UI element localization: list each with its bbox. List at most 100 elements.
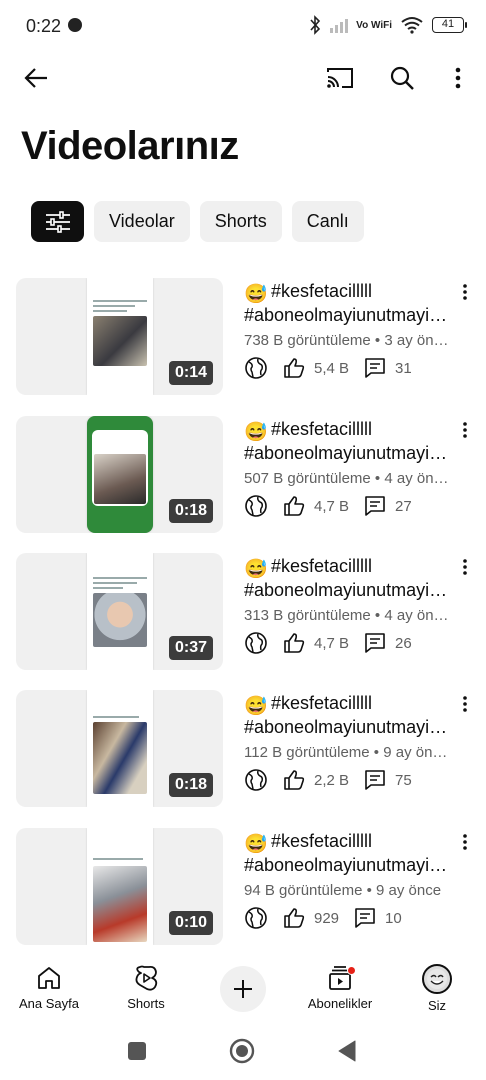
title-line-2: #aboneolmayiunutmayi…: [244, 305, 448, 325]
video-stats: 2,2 B 75: [244, 768, 426, 792]
sliders-icon: [45, 210, 70, 233]
comment-icon: [363, 768, 387, 792]
back-button[interactable]: [14, 56, 58, 100]
video-title[interactable]: #kesfetacilllll #aboneolmayiunutmayi…: [244, 279, 454, 327]
globe-icon: [244, 906, 268, 930]
more-vertical-icon: [463, 559, 467, 575]
video-more-button[interactable]: [453, 418, 477, 442]
more-vertical-icon: [463, 422, 467, 438]
comment-count: 10: [385, 909, 402, 927]
like-icon: [282, 631, 306, 655]
bluetooth-icon: [310, 15, 321, 35]
avatar-face-icon: [427, 969, 447, 989]
notification-dot-icon: [68, 18, 82, 32]
video-stats: 4,7 B 26: [244, 631, 426, 655]
title-line-1: #kesfetacilllll: [271, 419, 373, 439]
video-title[interactable]: #kesfetacilllll #aboneolmayiunutmayi…: [244, 691, 454, 739]
globe-icon: [244, 631, 268, 655]
video-row[interactable]: 0:18 😅 #kesfetacilllll #aboneolmayiunutm…: [0, 690, 486, 808]
back-arrow-icon: [24, 68, 47, 88]
short-frame: [87, 416, 153, 533]
duration-badge: 0:18: [168, 773, 213, 797]
video-thumbnail[interactable]: 0:18: [16, 690, 223, 807]
more-vertical-icon: [463, 696, 467, 712]
page-title: Videolarınız: [21, 124, 239, 168]
duration-badge: 0:10: [168, 911, 213, 935]
video-thumbnail[interactable]: 0:10: [16, 828, 223, 945]
short-frame: [87, 828, 153, 945]
wifi-icon: [401, 17, 423, 34]
cast-icon: [327, 68, 353, 88]
system-navigation-bar: [0, 1022, 486, 1080]
search-button[interactable]: [380, 56, 424, 100]
video-more-button[interactable]: [453, 830, 477, 854]
top-app-bar: [0, 54, 486, 104]
video-title[interactable]: #kesfetacilllll #aboneolmayiunutmayi…: [244, 829, 454, 877]
comment-count: 75: [395, 771, 412, 789]
triangle-back-icon: [338, 1040, 356, 1062]
video-row[interactable]: 0:14 😅 #kesfetacilllll #aboneolmayiunutm…: [0, 278, 486, 396]
more-vertical-icon: [455, 67, 461, 89]
comment-icon: [363, 631, 387, 655]
vowifi-label: Vo WiFi: [356, 19, 392, 31]
bottom-navigation: Ana Sayfa Shorts Abonelikler Siz: [0, 958, 486, 1022]
title-line-1: #kesfetacilllll: [271, 831, 373, 851]
video-thumbnail[interactable]: 0:18: [16, 416, 223, 533]
nav-you[interactable]: Siz: [392, 964, 482, 1013]
short-frame: [87, 278, 153, 395]
nav-subscriptions[interactable]: Abonelikler: [295, 964, 385, 1011]
plus-icon: [234, 980, 252, 998]
comment-count: 27: [395, 497, 412, 515]
nav-shorts[interactable]: Shorts: [101, 964, 191, 1011]
status-time: 0:22: [26, 16, 62, 36]
comment-count: 26: [395, 634, 412, 652]
title-line-1: #kesfetacilllll: [271, 556, 373, 576]
home-system-button[interactable]: [227, 1036, 257, 1066]
title-line-2: #aboneolmayiunutmayi…: [244, 580, 448, 600]
video-thumbnail[interactable]: 0:14: [16, 278, 223, 395]
like-count: 2,2 B: [314, 771, 350, 789]
video-stats: 5,4 B 31: [244, 356, 426, 380]
more-vertical-icon: [463, 834, 467, 850]
video-row[interactable]: 0:10 😅 #kesfetacilllll #aboneolmayiunutm…: [0, 828, 486, 946]
video-thumbnail[interactable]: 0:37: [16, 553, 223, 670]
title-line-2: #aboneolmayiunutmayi…: [244, 443, 448, 463]
video-title[interactable]: #kesfetacilllll #aboneolmayiunutmayi…: [244, 554, 454, 602]
duration-badge: 0:37: [168, 636, 213, 660]
search-icon: [390, 66, 414, 90]
video-stats: 4,7 B 27: [244, 494, 426, 518]
nav-home[interactable]: Ana Sayfa: [4, 964, 94, 1011]
video-meta: 94 B görüntüleme • 9 ay önce: [244, 882, 442, 899]
video-more-button[interactable]: [453, 692, 477, 716]
video-meta: 738 B görüntüleme • 3 ay ön…: [244, 332, 449, 349]
filter-chips: Videolar Shorts Canlı: [31, 201, 364, 242]
signal-icon: [330, 17, 349, 33]
filter-settings-button[interactable]: [31, 201, 84, 242]
video-row[interactable]: 0:18 😅 #kesfetacilllll #aboneolmayiunutm…: [0, 416, 486, 534]
like-icon: [282, 356, 306, 380]
video-more-button[interactable]: [453, 280, 477, 304]
video-meta: 112 B görüntüleme • 9 ay ön…: [244, 744, 448, 761]
recents-button[interactable]: [122, 1036, 152, 1066]
globe-icon: [244, 356, 268, 380]
chip-shorts[interactable]: Shorts: [199, 201, 282, 242]
duration-badge: 0:18: [168, 499, 213, 523]
video-meta: 507 B görüntüleme • 4 ay ön…: [244, 470, 449, 487]
create-button[interactable]: [220, 966, 266, 1012]
video-row[interactable]: 0:37 😅 #kesfetacilllll #aboneolmayiunutm…: [0, 553, 486, 671]
cast-button[interactable]: [318, 56, 362, 100]
avatar: [422, 964, 452, 994]
nav-you-label: Siz: [427, 998, 447, 1013]
video-title[interactable]: #kesfetacilllll #aboneolmayiunutmayi…: [244, 417, 454, 465]
video-meta: 313 B görüntüleme • 4 ay ön…: [244, 607, 449, 624]
video-more-button[interactable]: [453, 555, 477, 579]
chip-canli[interactable]: Canlı: [291, 201, 364, 242]
comment-icon: [363, 494, 387, 518]
status-bar: 0:22 Vo WiFi 41: [0, 0, 486, 54]
title-line-1: #kesfetacilllll: [271, 281, 373, 301]
back-system-button[interactable]: [332, 1036, 362, 1066]
more-options-button[interactable]: [436, 56, 480, 100]
like-icon: [282, 906, 306, 930]
chip-videolar[interactable]: Videolar: [94, 201, 190, 242]
duration-badge: 0:14: [168, 361, 213, 385]
